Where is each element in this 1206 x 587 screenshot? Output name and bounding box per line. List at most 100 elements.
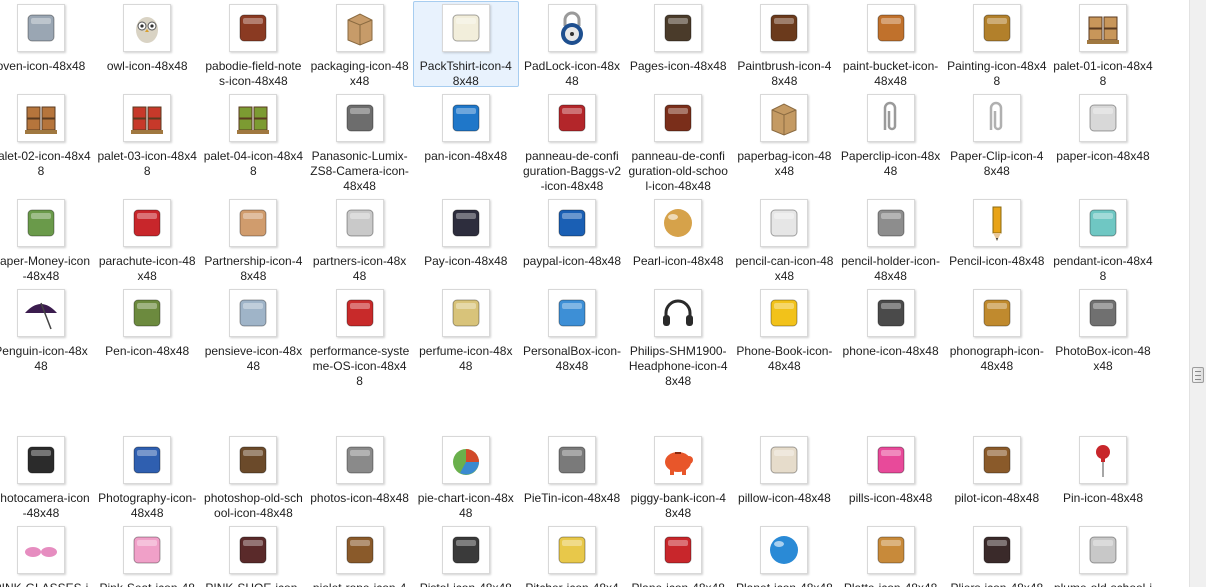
file-item[interactable]: phone-icon-48x48: [838, 287, 944, 359]
file-item[interactable]: paperbag-icon-48x48: [731, 92, 837, 179]
file-item[interactable]: piggy-bank-icon-48x48: [625, 434, 731, 521]
file-item[interactable]: panneau-de-configuration-old-school-icon…: [625, 92, 731, 194]
file-item[interactable]: PersonalBox-icon-48x48: [519, 287, 625, 374]
file-item[interactable]: Pink-Seat-icon-48x48: [94, 524, 200, 587]
file-item[interactable]: pillow-icon-48x48: [731, 434, 837, 506]
file-item[interactable]: Penguin-icon-48x48: [0, 287, 94, 374]
file-item[interactable]: PadLock-icon-48x48: [519, 2, 625, 89]
file-item[interactable]: owl-icon-48x48: [94, 2, 200, 74]
vertical-scrollbar[interactable]: [1189, 0, 1206, 587]
file-name-label: PersonalBox-icon-48x48: [522, 344, 622, 373]
file-name-label: palet-01-icon-48x48: [1053, 59, 1153, 88]
file-item[interactable]: Painting-icon-48x48: [944, 2, 1050, 89]
pills-icon: [866, 436, 915, 484]
file-item[interactable]: performance-systeme-OS-icon-48x48: [307, 287, 413, 389]
file-item[interactable]: palet-02-icon-48x48: [0, 92, 94, 179]
file-item[interactable]: pabodie-field-notes-icon-48x48: [200, 2, 306, 89]
file-item[interactable]: photoshop-old-school-icon-48x48: [200, 434, 306, 521]
file-item[interactable]: PackTshirt-icon-48x48: [412, 1, 519, 88]
file-item[interactable]: parachute-icon-48x48: [94, 197, 200, 284]
file-item[interactable]: pan-icon-48x48: [413, 92, 519, 164]
file-item[interactable]: Panasonic-Lumix-ZS8-Camera-icon-48x48: [307, 92, 413, 194]
file-name-label: oven-icon-48x48: [0, 59, 86, 73]
file-item[interactable]: Plane-icon-48x48: [625, 524, 731, 587]
radio-icon: [654, 94, 703, 142]
file-item[interactable]: paypal-icon-48x48: [519, 197, 625, 269]
file-name-label: Pliers-icon-48x48: [944, 581, 1050, 587]
file-item[interactable]: PhotoBox-icon-48x48: [1050, 287, 1156, 374]
file-item[interactable]: Pearl-icon-48x48: [625, 197, 731, 269]
pearl-icon: [654, 199, 703, 247]
file-item[interactable]: Pitcher-icon-48x48: [519, 524, 625, 587]
file-item[interactable]: Pencil-icon-48x48: [944, 197, 1050, 269]
file-name-label: pie-chart-icon-48x48: [417, 491, 514, 520]
file-item[interactable]: pencil-holder-icon-48x48: [838, 197, 944, 284]
file-item[interactable]: Paintbrush-icon-48x48: [731, 2, 837, 89]
notebook-icon: [229, 4, 278, 52]
file-name-label: Pages-icon-48x48: [629, 59, 727, 73]
pistol-icon: [441, 526, 490, 574]
tools-bag-icon: [548, 94, 596, 142]
file-item[interactable]: Pistol-icon-48x48: [413, 524, 519, 587]
file-item[interactable]: Paperclip-icon-48x48: [838, 92, 944, 179]
file-item[interactable]: Paper-Clip-icon-48x48: [944, 92, 1050, 179]
photobox-icon: [1079, 289, 1127, 337]
paintbrush-icon: [760, 4, 809, 52]
file-item[interactable]: paper-icon-48x48: [1050, 92, 1156, 164]
scrollbar-thumb[interactable]: [1192, 367, 1204, 383]
file-item[interactable]: Phone-Book-icon-48x48: [731, 287, 837, 374]
file-item[interactable]: palet-03-icon-48x48: [94, 92, 200, 179]
pallet-icon: [17, 94, 65, 142]
file-item[interactable]: paint-bucket-icon-48x48: [838, 2, 944, 89]
parachute-icon: [123, 199, 172, 247]
file-name-label: packaging-icon-48x48: [310, 59, 409, 88]
file-item[interactable]: piolet-rope-icon-48x48: [307, 524, 413, 587]
file-name-label: Pink-Seat-icon-48x48: [94, 581, 200, 587]
file-item[interactable]: Planet-icon-48x48: [731, 524, 837, 587]
file-item[interactable]: Pin-icon-48x48: [1050, 434, 1156, 506]
file-item[interactable]: PieTin-icon-48x48: [519, 434, 625, 506]
file-item[interactable]: Photography-icon-48x48: [94, 434, 200, 521]
file-item[interactable]: Pliers-icon-48x48: [944, 524, 1050, 587]
file-item[interactable]: pills-icon-48x48: [838, 434, 944, 506]
owl-icon: [123, 4, 172, 52]
file-item[interactable]: palet-04-icon-48x48: [200, 92, 306, 179]
file-item[interactable]: pencil-can-icon-48x48: [731, 197, 837, 284]
file-item[interactable]: plume-old-school-icon-48x48: [1050, 524, 1156, 587]
file-item[interactable]: pilot-icon-48x48: [944, 434, 1050, 506]
file-name-label: PhotoBox-icon-48x48: [1055, 344, 1151, 373]
file-item[interactable]: Pen-icon-48x48: [94, 287, 200, 359]
pensieve-icon: [229, 289, 278, 337]
file-item[interactable]: perfume-icon-48x48: [413, 287, 519, 374]
file-item[interactable]: pensieve-icon-48x48: [200, 287, 306, 374]
file-item[interactable]: oven-icon-48x48: [0, 2, 94, 74]
file-item[interactable]: pie-chart-icon-48x48: [413, 434, 519, 521]
file-item[interactable]: packaging-icon-48x48: [307, 2, 413, 89]
file-item[interactable]: Pay-icon-48x48: [413, 197, 519, 269]
file-item[interactable]: panneau-de-configuration-Baggs-v2-icon-4…: [519, 92, 625, 194]
file-item[interactable]: Platte-icon-48x48: [838, 524, 944, 587]
file-item[interactable]: palet-01-icon-48x48: [1050, 2, 1156, 89]
file-item[interactable]: phonograph-icon-48x48: [944, 287, 1050, 374]
pallet-icon: [1079, 4, 1127, 52]
file-item[interactable]: PINK-GLASSES-icon-48x48: [0, 524, 94, 587]
file-item[interactable]: photos-icon-48x48: [307, 434, 413, 506]
file-item[interactable]: Philips-SHM1900-Headphone-icon-48x48: [625, 287, 731, 389]
file-name-label: Plane-icon-48x48: [625, 581, 731, 587]
file-item[interactable]: Photocamera-icon-48x48: [0, 434, 94, 521]
file-item[interactable]: pendant-icon-48x48: [1050, 197, 1156, 284]
file-name-label: Pitcher-icon-48x48: [519, 581, 625, 587]
file-name-label: palet-04-icon-48x48: [203, 149, 304, 178]
pie-chart-icon: [441, 436, 490, 484]
file-item[interactable]: partners-icon-48x48: [307, 197, 413, 284]
paypal-icon: [548, 199, 596, 247]
file-name-label: Planet-icon-48x48: [731, 581, 837, 587]
file-item[interactable]: Pages-icon-48x48: [625, 2, 731, 74]
pencil-icon: [972, 199, 1021, 247]
plane-icon: [654, 526, 703, 574]
file-item[interactable]: Paper-Money-icon-48x48: [0, 197, 94, 284]
file-item[interactable]: PINK-SHOE-icon-48x48: [200, 524, 306, 587]
pallet-icon: [229, 94, 278, 142]
file-item[interactable]: Partnership-icon-48x48: [200, 197, 306, 284]
file-name-label: pabodie-field-notes-icon-48x48: [205, 59, 302, 88]
